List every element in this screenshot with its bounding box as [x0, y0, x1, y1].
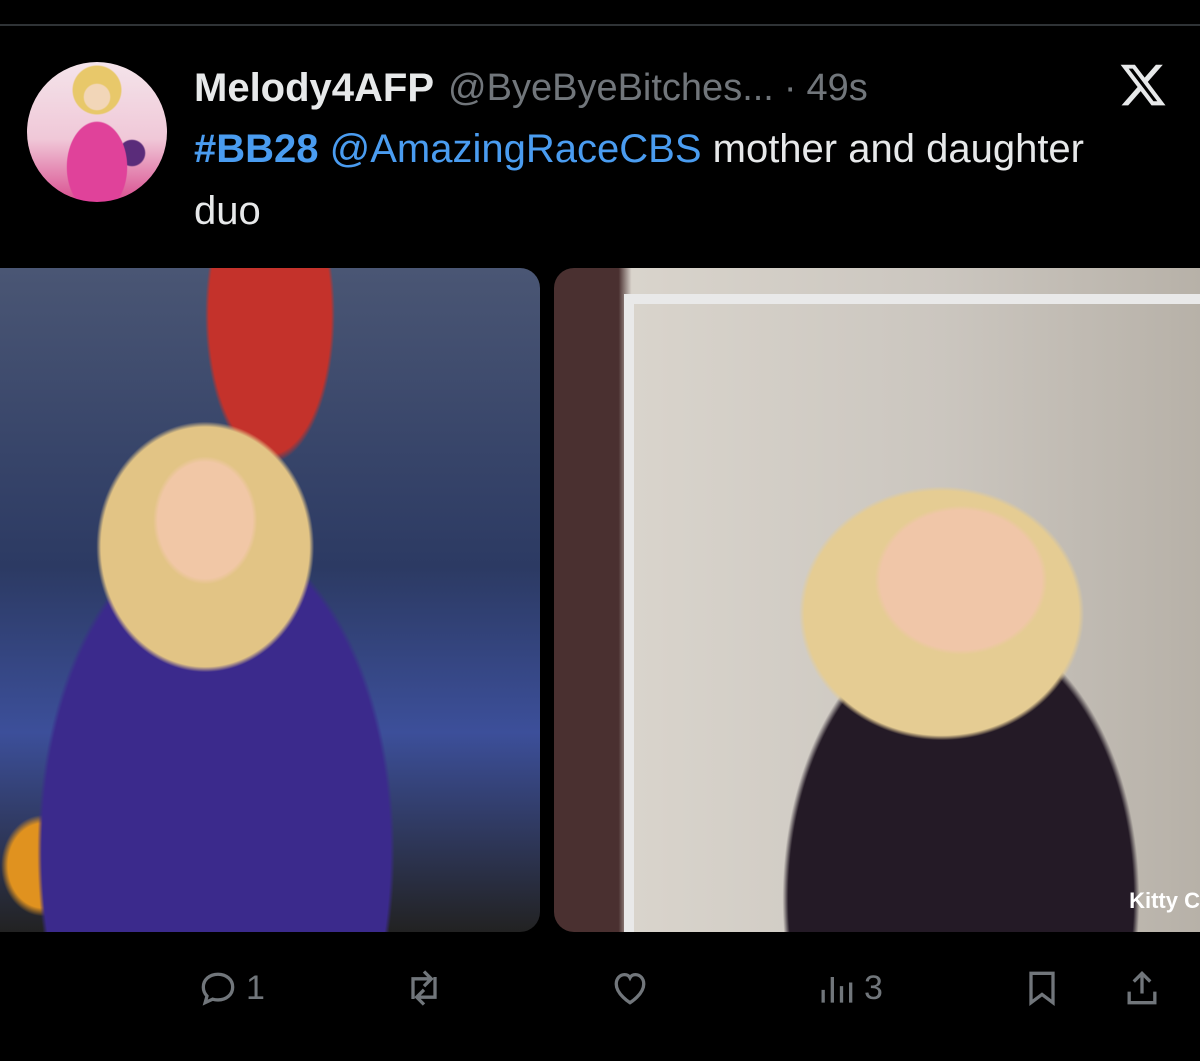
bookmark-button[interactable]: [1020, 960, 1064, 1016]
heart-icon: [614, 972, 646, 1005]
retweet-icon: [411, 970, 437, 1006]
like-button[interactable]: [608, 960, 658, 1016]
media-image-left[interactable]: [0, 268, 540, 932]
action-bar: 1 3: [0, 960, 1200, 1016]
media-caption: Kitty C: [1129, 888, 1200, 913]
tweet-text: #BB28 @AmazingRaceCBS mother and daughte…: [194, 118, 1154, 242]
share-button[interactable]: [1120, 960, 1164, 1016]
hashtag-link[interactable]: #BB28: [194, 127, 319, 171]
tweet-header: Melody4AFP @ByeByeBitches... · 49s: [194, 60, 868, 116]
media-image-right[interactable]: [554, 268, 1200, 932]
avatar[interactable]: [27, 62, 167, 202]
views-count: 3: [864, 968, 883, 1007]
mention-link[interactable]: @AmazingRaceCBS: [330, 127, 702, 171]
user-handle[interactable]: @ByeByeBitches...: [448, 67, 774, 110]
views-button[interactable]: 3: [814, 960, 883, 1016]
separator-dot: ·: [783, 66, 797, 109]
retweet-button[interactable]: [402, 960, 452, 1016]
timestamp[interactable]: 49s: [807, 67, 868, 110]
reply-button[interactable]: 1: [196, 960, 265, 1016]
bookmark-icon: [1029, 971, 1055, 1006]
top-divider: [0, 24, 1200, 26]
display-name[interactable]: Melody4AFP: [194, 66, 434, 111]
reply-icon: [201, 972, 235, 1006]
views-icon: [821, 977, 853, 1003]
share-icon: [1127, 970, 1157, 1005]
reply-count: 1: [246, 968, 265, 1007]
x-logo-icon[interactable]: [1115, 60, 1171, 110]
